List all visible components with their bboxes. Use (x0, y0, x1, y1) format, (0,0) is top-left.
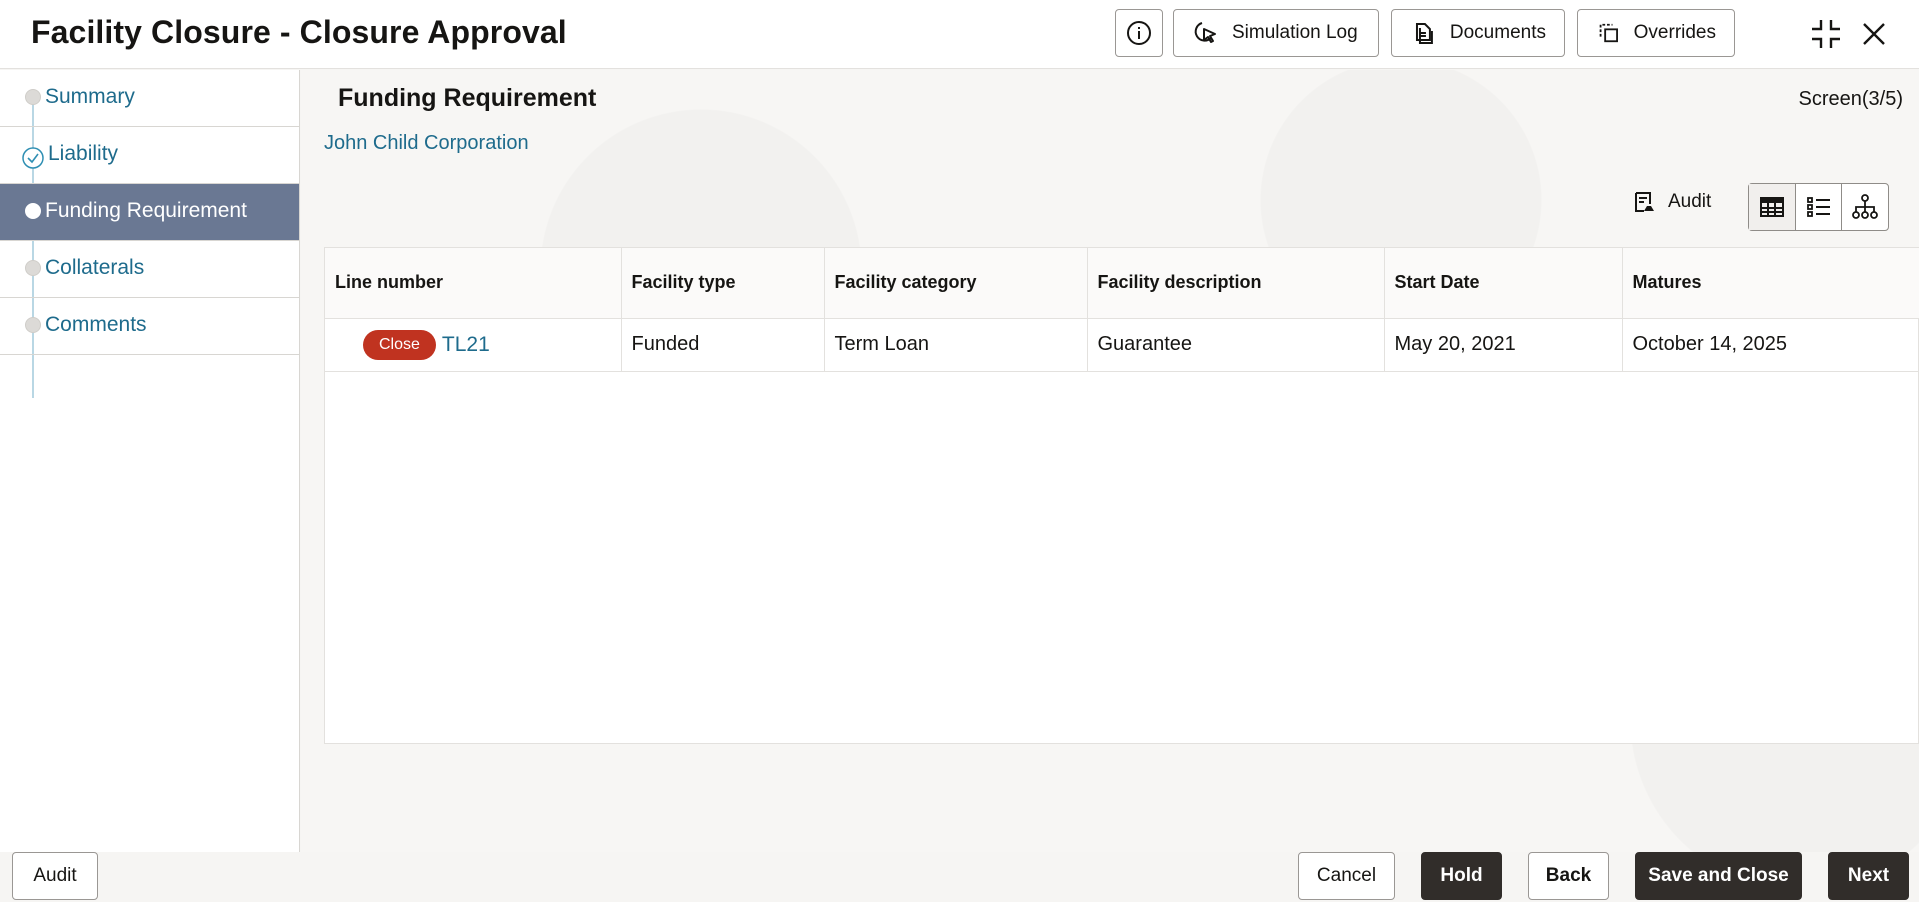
cell-facility-category: Term Loan (824, 318, 1088, 372)
column-header-start-date[interactable]: Start Date (1384, 248, 1623, 319)
audit-link-label: Audit (1668, 191, 1712, 212)
cursor-click-icon (1194, 22, 1216, 43)
documents-button[interactable]: Documents (1391, 9, 1565, 57)
sidebar-item-funding-requirement[interactable]: Funding Requirement (0, 184, 299, 241)
cell-matures: October 14, 2025 (1622, 318, 1919, 372)
section-title: Funding Requirement (338, 84, 597, 112)
cell-start-date: May 20, 2021 (1384, 318, 1623, 372)
close-window-button[interactable] (1854, 14, 1894, 54)
close-status-badge: Close (363, 329, 436, 360)
close-icon (1863, 23, 1885, 45)
cell-facility-type: Funded (621, 318, 825, 372)
step-dot-icon (25, 89, 41, 105)
column-header-line-number[interactable]: Line number (325, 248, 622, 319)
minimize-window-button[interactable] (1806, 14, 1846, 54)
table-row[interactable]: Close TL21 Funded Term Loan Guarantee May… (325, 318, 1919, 372)
overrides-label: Overrides (1633, 22, 1716, 43)
train-stop-sidebar: Summary Liability Funding Requirement Co… (0, 70, 300, 852)
header: Facility Closure - Closure Approval Simu… (0, 0, 1919, 69)
overrides-icon (1599, 23, 1618, 43)
cell-line-number: Close TL21 (325, 318, 622, 372)
next-button[interactable]: Next (1828, 852, 1909, 900)
cell-facility-description: Guarantee (1087, 318, 1385, 372)
step-dot-icon (25, 317, 41, 333)
sidebar-item-collaterals[interactable]: Collaterals (0, 241, 299, 298)
step-dot-icon (25, 260, 41, 276)
audit-icon (1635, 192, 1654, 212)
documents-label: Documents (1449, 22, 1546, 43)
step-completed-check-icon (22, 147, 44, 169)
hierarchy-view-button[interactable] (1842, 184, 1888, 230)
customer-name-link[interactable]: John Child Corporation (324, 132, 529, 155)
hold-button[interactable]: Hold (1421, 852, 1502, 900)
cancel-button[interactable]: Cancel (1298, 852, 1395, 900)
list-view-button[interactable] (1796, 184, 1843, 230)
sidebar-item-label: Summary (45, 85, 135, 108)
table-icon (1759, 197, 1784, 217)
list-icon (1806, 197, 1830, 217)
sidebar-item-comments[interactable]: Comments (0, 298, 299, 355)
sidebar-item-label: Collaterals (45, 256, 145, 279)
save-and-close-button[interactable]: Save and Close (1635, 852, 1802, 900)
table-header-row: Line number Facility type Facility categ… (325, 248, 1919, 319)
view-switcher (1748, 183, 1889, 231)
sidebar-item-liability[interactable]: Liability (0, 127, 299, 184)
info-icon (1127, 21, 1151, 45)
column-header-facility-category[interactable]: Facility category (824, 248, 1088, 319)
sidebar-item-label: Comments (45, 313, 147, 336)
footer-audit-button[interactable]: Audit (12, 852, 98, 900)
overrides-button[interactable]: Overrides (1577, 9, 1735, 57)
sidebar-item-summary[interactable]: Summary (0, 70, 299, 127)
hierarchy-icon (1852, 194, 1879, 219)
screen-counter: Screen(3/5) (1798, 88, 1904, 110)
documents-icon (1415, 23, 1433, 44)
sidebar-item-label: Liability (48, 142, 119, 165)
info-button[interactable] (1115, 9, 1163, 57)
line-number-link[interactable]: TL21 (442, 333, 490, 356)
funding-requirement-table: Line number Facility type Facility categ… (324, 247, 1919, 744)
audit-link[interactable]: Audit (1632, 190, 1711, 214)
collapse-icon (1812, 20, 1840, 48)
column-header-facility-type[interactable]: Facility type (621, 248, 825, 319)
simulation-log-button[interactable]: Simulation Log (1173, 9, 1379, 57)
column-header-facility-description[interactable]: Facility description (1087, 248, 1385, 319)
step-dot-icon (25, 203, 41, 219)
back-button[interactable]: Back (1528, 852, 1609, 900)
simulation-log-label: Simulation Log (1232, 22, 1358, 43)
table-view-button[interactable] (1749, 184, 1796, 230)
page-title: Facility Closure - Closure Approval (31, 14, 567, 50)
sidebar-item-label: Funding Requirement (45, 199, 247, 222)
column-header-matures[interactable]: Matures (1622, 248, 1919, 319)
